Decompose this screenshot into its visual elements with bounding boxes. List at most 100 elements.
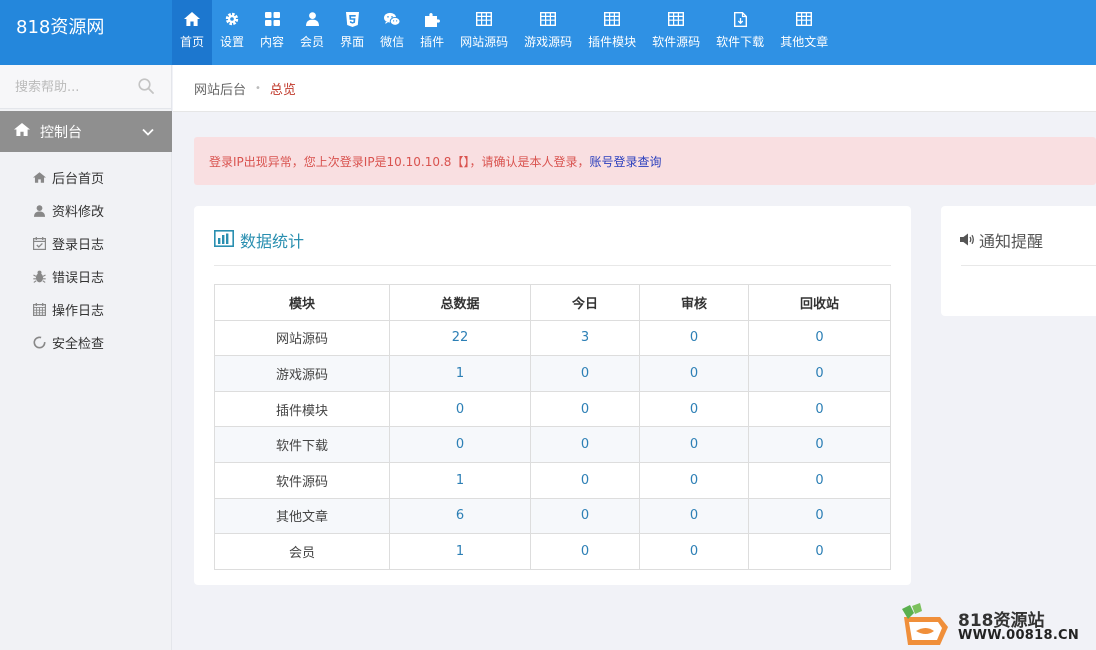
sidebar-item-label: 错误日志 xyxy=(52,271,105,286)
nav-label: 网站源码 xyxy=(460,35,509,49)
module-cell: 网站源码 xyxy=(214,319,390,357)
user-icon xyxy=(32,204,46,218)
column-header: 审核 xyxy=(639,284,749,321)
watermark-logo-icon xyxy=(902,603,948,645)
sidebar-item-label: 登录日志 xyxy=(52,238,105,253)
review-cell: 0 xyxy=(639,390,749,428)
review-cell: 0 xyxy=(639,497,749,535)
notice-title: 通知提醒 xyxy=(960,228,1043,252)
nav-item-members[interactable]: 会员 xyxy=(292,0,332,65)
review-cell: 0 xyxy=(639,461,749,499)
module-cell: 软件源码 xyxy=(214,461,390,499)
brand-logo[interactable]: 818资源网 xyxy=(0,0,172,65)
table-row: 软件下载 0 0 0 0 xyxy=(214,426,891,463)
nav-label: 其他文章 xyxy=(780,35,829,49)
home-icon xyxy=(14,123,30,140)
recycle-cell: 0 xyxy=(748,497,891,535)
recycle-cell: 0 xyxy=(748,319,891,357)
sidebar-search xyxy=(0,65,172,109)
speaker-icon xyxy=(960,231,975,250)
table-icon xyxy=(540,11,557,27)
sidebar-item-security-check[interactable]: 安全检查 xyxy=(0,326,172,359)
nav-label: 首页 xyxy=(180,35,205,49)
nav-label: 插件 xyxy=(420,35,445,49)
nav-item-wechat[interactable]: 微信 xyxy=(372,0,412,65)
login-query-link[interactable]: 账号登录查询 xyxy=(589,153,661,170)
sidebar-item-label: 操作日志 xyxy=(52,304,105,319)
column-header: 模块 xyxy=(214,284,390,321)
nav-item-home[interactable]: 首页 xyxy=(172,0,213,65)
recycle-cell: 0 xyxy=(748,426,891,463)
chevron-down-icon xyxy=(142,124,154,140)
sidebar-item-profile[interactable]: 资料修改 xyxy=(0,194,172,227)
sidebar-item-operation-log[interactable]: 操作日志 xyxy=(0,293,172,326)
nav-label: 插件模块 xyxy=(588,35,637,49)
recycle-cell: 0 xyxy=(748,355,891,392)
stats-title: 数据统计 xyxy=(214,228,304,252)
nav-item-other-articles[interactable]: 其他文章 xyxy=(772,0,836,65)
sidebar-item-label: 安全检查 xyxy=(52,337,105,352)
total-cell: 1 xyxy=(389,533,531,570)
recycle-cell: 0 xyxy=(748,390,891,428)
sidebar-item-label: 资料修改 xyxy=(52,205,105,220)
nav-item-interface[interactable]: 界面 xyxy=(332,0,372,65)
module-cell: 游戏源码 xyxy=(214,355,390,392)
sidebar-item-error-log[interactable]: 错误日志 xyxy=(0,260,172,293)
nav-label: 内容 xyxy=(260,35,285,49)
nav-item-plugin-modules[interactable]: 插件模块 xyxy=(580,0,644,65)
table-row: 游戏源码 1 0 0 0 xyxy=(214,355,891,392)
breadcrumb: 网站后台 • 总览 xyxy=(173,65,1096,112)
nav-item-settings[interactable]: 设置 xyxy=(212,0,252,65)
nav-item-content[interactable]: 内容 xyxy=(252,0,292,65)
total-cell: 1 xyxy=(389,355,531,392)
user-icon xyxy=(304,11,320,27)
search-icon[interactable] xyxy=(138,78,154,98)
sidebar-item-login-log[interactable]: 登录日志 xyxy=(0,227,172,260)
notice-title-label: 通知提醒 xyxy=(979,232,1044,251)
home-icon xyxy=(184,11,200,27)
table-header-row: 模块 总数据 今日 审核 回收站 xyxy=(214,284,891,321)
home-icon xyxy=(32,171,46,185)
divider xyxy=(214,265,891,266)
watermark: 818资源站 WWW.00818.CN xyxy=(896,600,1096,650)
nav-item-software-download[interactable]: 软件下载 xyxy=(708,0,772,65)
breadcrumb-root-link[interactable]: 网站后台 xyxy=(194,79,246,98)
sidebar-item-dashboard-home[interactable]: 后台首页 xyxy=(0,161,172,194)
today-cell: 3 xyxy=(530,319,640,357)
stats-table: 模块 总数据 今日 审核 回收站 网站源码 22 3 0 0 游戏源码 1 0 … xyxy=(214,284,891,570)
today-cell: 0 xyxy=(530,461,640,499)
review-cell: 0 xyxy=(639,533,749,570)
today-cell: 0 xyxy=(530,533,640,570)
nav-label: 软件源码 xyxy=(652,35,701,49)
stats-title-label: 数据统计 xyxy=(240,232,305,251)
login-ip-alert: 登录IP出现异常，您上次登录IP是10.10.10.8【】，请确认是本人登录， … xyxy=(194,137,1096,185)
nav-item-site-source[interactable]: 网站源码 xyxy=(452,0,516,65)
alert-text: 登录IP出现异常，您上次登录IP是10.10.10.8【】，请确认是本人登录， xyxy=(209,154,590,169)
today-cell: 0 xyxy=(530,426,640,463)
table-row: 插件模块 0 0 0 0 xyxy=(214,390,891,428)
html5-icon xyxy=(344,11,360,27)
review-cell: 0 xyxy=(639,355,749,392)
divider xyxy=(961,265,1096,266)
total-cell: 0 xyxy=(389,426,531,463)
module-cell: 软件下载 xyxy=(214,426,390,463)
sidebar-section-console[interactable]: 控制台 xyxy=(0,111,172,152)
nav-item-software-source[interactable]: 软件源码 xyxy=(644,0,708,65)
nav-label: 会员 xyxy=(300,35,325,49)
sidebar-section-label: 控制台 xyxy=(40,124,82,141)
top-bar: 818资源网 首页 设置 内容 会员 界面 微信 插件 网站源码 游戏源码 插件… xyxy=(0,0,1096,65)
table-row: 其他文章 6 0 0 0 xyxy=(214,497,891,535)
breadcrumb-separator: • xyxy=(255,82,261,94)
sidebar: 控制台 后台首页 资料修改 登录日志 错误日志 操作日志 安全检查 xyxy=(0,65,172,650)
table-icon xyxy=(604,11,621,27)
today-cell: 0 xyxy=(530,355,640,392)
total-cell: 1 xyxy=(389,461,531,499)
puzzle-icon xyxy=(424,11,440,27)
bar-chart-icon xyxy=(214,229,234,251)
table-icon xyxy=(668,11,685,27)
total-cell: 0 xyxy=(389,390,531,428)
nav-item-plugins[interactable]: 插件 xyxy=(412,0,452,65)
column-header: 回收站 xyxy=(748,284,891,321)
nav-item-game-source[interactable]: 游戏源码 xyxy=(516,0,580,65)
grid-icon xyxy=(264,11,280,27)
